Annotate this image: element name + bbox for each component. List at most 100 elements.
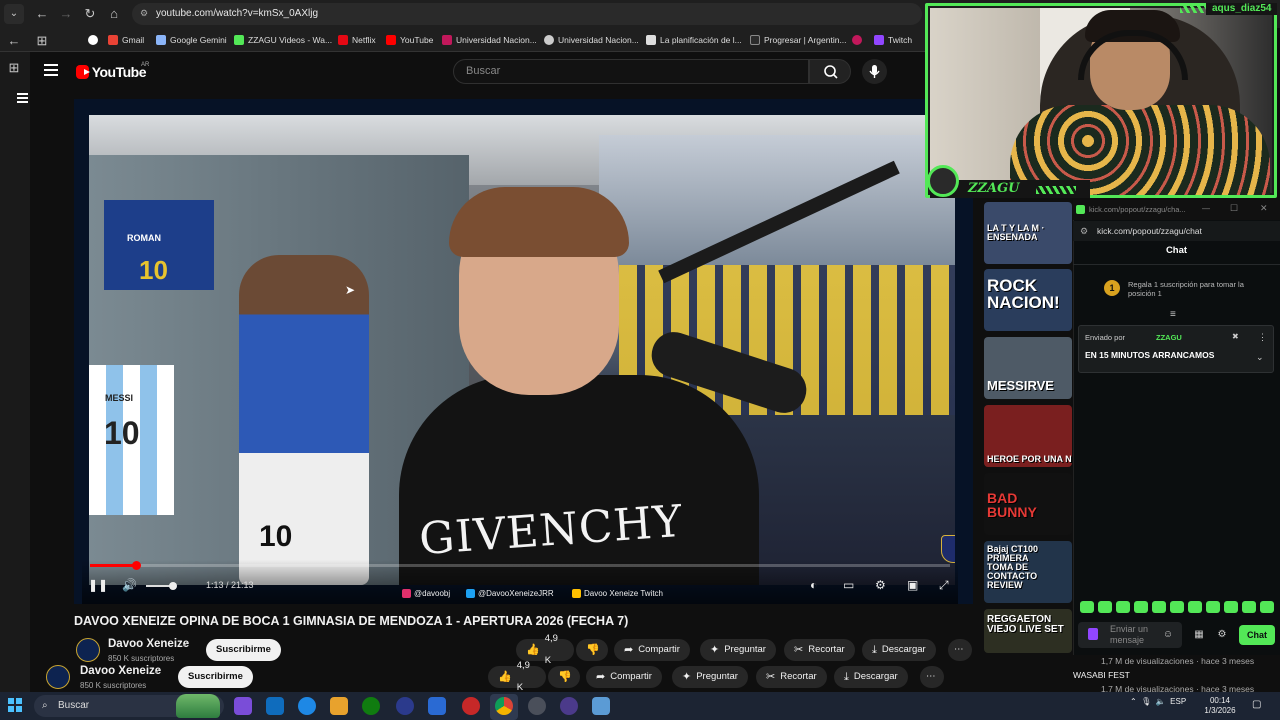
bookmark-item[interactable]: La planificación de l... xyxy=(646,33,742,47)
channel-name[interactable]: Davoo Xeneize xyxy=(80,665,161,677)
progress-bar[interactable] xyxy=(90,564,950,567)
file-explorer-icon[interactable] xyxy=(330,697,348,715)
address-bar[interactable]: youtube.com/watch?v=kmSx_0AXljg xyxy=(132,3,922,25)
clip-button[interactable]: ✂ Recortar xyxy=(784,639,855,661)
system-tray[interactable]: ⌃ 🎙 🔈 ESP xyxy=(1130,697,1186,706)
bookmark-item[interactable]: Google Gemini xyxy=(156,33,227,47)
minimize-icon[interactable]: — xyxy=(1202,204,1210,213)
obs-icon[interactable] xyxy=(528,697,546,715)
subtitles-icon[interactable]: ▭ xyxy=(843,578,854,592)
dislike-button[interactable]: 👎 xyxy=(548,666,580,688)
progress-scrubber[interactable] xyxy=(131,561,141,570)
related-video-title[interactable]: WASABI FEST xyxy=(1073,670,1130,680)
like-button[interactable]: 👍 4,9 K xyxy=(488,660,546,693)
forward-icon[interactable]: → xyxy=(58,6,74,22)
bookmark-item[interactable]: Universidad Nacion... xyxy=(442,33,537,47)
more-actions-button[interactable]: ⋯ xyxy=(948,639,972,661)
xbox-icon[interactable] xyxy=(362,697,380,715)
site-info-icon[interactable]: ⚙ xyxy=(140,8,150,20)
bookmark-item[interactable]: ZZAGU Videos - Wa... xyxy=(234,33,332,47)
emote-icon[interactable] xyxy=(1152,601,1166,613)
channel-avatar[interactable] xyxy=(76,638,100,662)
subscribe-button[interactable]: Suscribirme xyxy=(206,639,281,661)
app-icon[interactable] xyxy=(560,697,578,715)
maximize-icon[interactable]: ☐ xyxy=(1230,203,1238,214)
volume-icon[interactable]: 🔊 xyxy=(122,578,137,592)
windows-start-icon[interactable] xyxy=(8,698,22,712)
settings-icon[interactable]: ⚙ xyxy=(875,578,886,592)
youtube-logo[interactable]: YouTube xyxy=(76,64,147,80)
emote-icon[interactable] xyxy=(1170,601,1184,613)
bookmark-item[interactable] xyxy=(852,33,862,47)
emote-icon[interactable] xyxy=(1116,601,1130,613)
video-frame[interactable]: ROMAN 10 MESSI 10 10 GIVENCHY xyxy=(89,115,955,585)
language-indicator[interactable]: ESP xyxy=(1170,697,1186,706)
related-thumbnail[interactable]: ROCK NACION! xyxy=(984,269,1072,331)
back-icon-secondary[interactable]: ← xyxy=(6,33,22,49)
emote-icon[interactable] xyxy=(1260,601,1274,613)
autoplay-toggle[interactable]: ◐ xyxy=(810,578,817,592)
app-icon[interactable] xyxy=(396,697,414,715)
channel-avatar[interactable] xyxy=(46,665,70,689)
app-icon[interactable] xyxy=(592,697,610,715)
emote-icon[interactable] xyxy=(1098,601,1112,613)
app-icon[interactable] xyxy=(462,697,480,715)
chat-url-bar[interactable]: kick.com/popout/zzagu/chat xyxy=(1073,221,1280,241)
bookmark-item[interactable]: Gmail xyxy=(108,33,144,47)
emote-icon[interactable] xyxy=(1080,601,1094,613)
miniplayer-icon[interactable]: ▣ xyxy=(907,578,918,592)
unpin-icon[interactable]: ✖ xyxy=(1232,332,1239,341)
fullscreen-icon[interactable]: ⤢ xyxy=(939,578,949,592)
clip-button[interactable]: ✂ Recortar xyxy=(756,666,827,688)
share-button[interactable]: ➦ Compartir xyxy=(586,666,662,688)
bookmark-google[interactable] xyxy=(88,33,98,47)
outlook-icon[interactable] xyxy=(266,697,284,715)
gift-subscription-prompt[interactable]: Regala 1 suscripción para tomar la posic… xyxy=(1128,280,1258,298)
site-info-icon[interactable]: ⚙ xyxy=(1080,226,1088,237)
channel-name[interactable]: Davoo Xeneize xyxy=(108,638,189,650)
related-thumbnail[interactable]: BAD BUNNY xyxy=(984,473,1072,535)
menu-icon[interactable] xyxy=(44,64,60,78)
settings-icon[interactable]: ⚙ xyxy=(1215,628,1229,642)
chat-send-button[interactable]: Chat xyxy=(1239,625,1275,645)
gift-icon[interactable]: ▦ xyxy=(1192,628,1206,642)
download-button[interactable]: ⤓ Descargar xyxy=(834,666,908,688)
bookmark-item[interactable]: Netflix xyxy=(338,33,376,47)
ask-button[interactable]: ✦ Preguntar xyxy=(672,666,748,688)
chevron-down-icon[interactable]: ⌄ xyxy=(1256,352,1264,363)
subscribe-button[interactable]: Suscribirme xyxy=(178,666,253,688)
related-thumbnail[interactable]: REGGAETON VIEJO LIVE SET xyxy=(984,609,1072,653)
copilot-icon[interactable] xyxy=(234,697,252,715)
collapse-icon[interactable]: ≡ xyxy=(1170,309,1176,320)
bookmark-item[interactable]: Twitch xyxy=(874,33,912,47)
dislike-button[interactable]: 👎 xyxy=(576,639,608,661)
volume-knob[interactable] xyxy=(169,582,177,590)
tab-search-button[interactable]: ⌄ xyxy=(4,4,24,24)
related-thumbnail[interactable]: LA T Y LA M · ENSENADA xyxy=(984,202,1072,264)
bookmark-item[interactable]: Progresar | Argentin... xyxy=(750,33,847,47)
more-actions-button[interactable]: ⋯ xyxy=(920,666,944,688)
emote-icon[interactable] xyxy=(1188,601,1202,613)
apps-grid-icon[interactable]: ⊞ xyxy=(34,33,50,49)
notifications-icon[interactable]: ▢ xyxy=(1252,699,1261,710)
pause-icon[interactable]: ❚❚ xyxy=(88,578,108,592)
emote-icon[interactable] xyxy=(1224,601,1238,613)
emote-icon[interactable] xyxy=(1206,601,1220,613)
search-button[interactable] xyxy=(809,59,851,84)
sidebar-menu-icon[interactable] xyxy=(17,93,29,105)
related-thumbnail[interactable]: HEROE POR UNA N xyxy=(984,405,1072,467)
emote-icon[interactable] xyxy=(1134,601,1148,613)
pinned-username[interactable]: ZZAGU xyxy=(1156,333,1182,342)
ask-button[interactable]: ✦ Preguntar xyxy=(700,639,776,661)
grid-icon[interactable]: ⊞ xyxy=(6,60,22,76)
pinned-menu-icon[interactable]: ⋮ xyxy=(1258,332,1267,343)
voice-search-button[interactable] xyxy=(862,59,887,84)
emoji-icon[interactable]: ☺ xyxy=(1161,628,1175,642)
search-input[interactable]: Buscar xyxy=(453,59,809,84)
clock[interactable]: 00:14 1/3/2026 xyxy=(1200,696,1240,716)
widget-landscape-icon[interactable] xyxy=(176,694,220,718)
bookmark-item[interactable]: Universidad Nacion... xyxy=(544,33,639,47)
back-icon[interactable]: ← xyxy=(34,6,50,22)
related-thumbnail[interactable]: MESSIRVE xyxy=(984,337,1072,399)
edge-icon[interactable] xyxy=(298,697,316,715)
